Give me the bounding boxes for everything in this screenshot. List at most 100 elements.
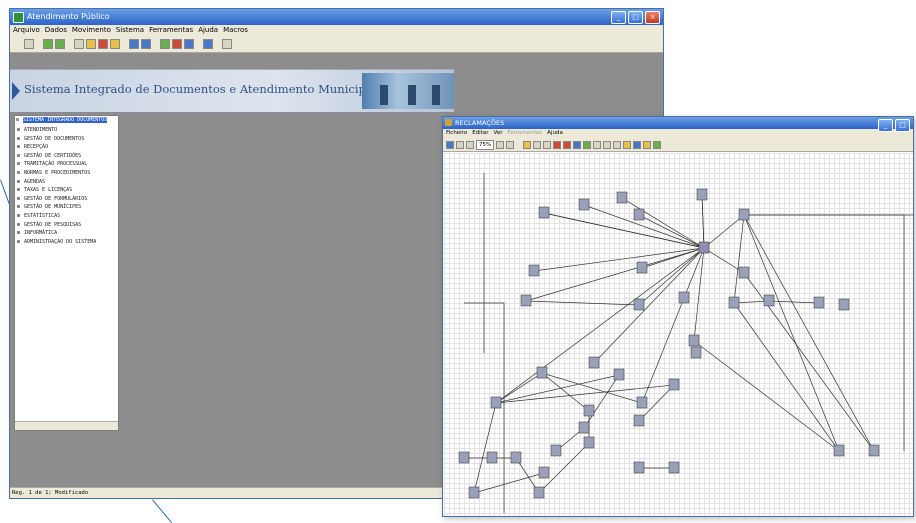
workflow-connector[interactable] — [638, 247, 705, 306]
tree-item[interactable]: GESTÃO DE PESQUISAS — [24, 222, 81, 228]
workflow-connector[interactable] — [541, 372, 590, 412]
tree-item[interactable]: INFORMÁTICA — [24, 230, 57, 236]
workflow-node-icon[interactable] — [578, 198, 590, 211]
workflow-connector[interactable] — [743, 214, 840, 452]
workflow-node-icon[interactable] — [633, 414, 645, 427]
workflow-node-icon[interactable] — [668, 461, 680, 474]
delete-icon[interactable] — [98, 39, 108, 49]
tree-expander-icon[interactable]: ⊞ — [17, 222, 20, 228]
workflow-node-icon[interactable] — [690, 346, 702, 359]
refresh-icon[interactable] — [653, 140, 662, 149]
workflow-connector[interactable] — [693, 340, 840, 452]
workflow-node-icon[interactable] — [578, 421, 590, 434]
mail-icon[interactable] — [203, 39, 213, 49]
workflow-connector[interactable] — [701, 194, 705, 249]
export-icon[interactable] — [184, 39, 194, 49]
workflow-node-icon[interactable] — [613, 368, 625, 381]
workflow-connector[interactable] — [473, 472, 545, 494]
tree-item[interactable]: TAXAS E LICENÇAS — [24, 187, 72, 193]
tree-item[interactable]: GESTÃO DE CERTIDÕES — [24, 153, 81, 159]
tree-item[interactable]: TRAMITAÇÃO PROCESSUAL — [24, 161, 87, 167]
workflow-connector[interactable] — [744, 214, 905, 451]
exit-icon[interactable] — [222, 39, 232, 49]
workflow-node-icon[interactable] — [490, 396, 502, 409]
tree-expander-icon[interactable]: ⊞ — [17, 136, 20, 142]
paste-icon[interactable] — [543, 140, 552, 149]
workflow-connector[interactable] — [693, 247, 705, 342]
workflow-node-icon[interactable] — [528, 264, 540, 277]
workflow-node-icon[interactable] — [510, 451, 522, 464]
redo-icon[interactable] — [141, 39, 151, 49]
tree-expander-icon[interactable]: ⊟ — [16, 117, 19, 123]
tree-item[interactable]: GESTÃO DE DOCUMENTOS — [24, 136, 84, 142]
workflow-node-icon[interactable] — [520, 294, 532, 307]
menu-movimento[interactable]: Movimento — [72, 25, 111, 36]
save-icon[interactable] — [110, 39, 120, 49]
workflow-connector[interactable] — [525, 247, 705, 302]
workflow-connector[interactable] — [543, 212, 705, 249]
tree-expander-icon[interactable]: ⊞ — [17, 144, 20, 150]
workflow-connector[interactable] — [495, 384, 675, 404]
workflow-connector[interactable] — [638, 214, 705, 249]
tree-item[interactable]: RECEPÇÃO — [24, 144, 48, 150]
new-node-icon[interactable] — [523, 140, 532, 149]
tree-expander-icon[interactable]: ⊞ — [17, 187, 20, 193]
workflow-node-icon[interactable] — [486, 451, 498, 464]
workflow-connector[interactable] — [768, 300, 820, 304]
workflow-node-icon[interactable] — [538, 206, 550, 219]
zoom-in-icon[interactable] — [496, 140, 505, 149]
workflow-node-icon[interactable] — [688, 334, 700, 347]
tree-expander-icon[interactable]: ⊞ — [17, 161, 20, 167]
workflow-connector[interactable] — [743, 272, 875, 452]
menu-ver[interactable]: Ver — [494, 129, 503, 138]
workflow-node-icon[interactable] — [633, 208, 645, 221]
workflow-node-icon[interactable] — [833, 444, 845, 457]
workflow-node-icon[interactable] — [668, 378, 680, 391]
workflow-node-icon[interactable] — [636, 261, 648, 274]
workflow-node-icon[interactable] — [636, 396, 648, 409]
minimize-button[interactable]: _ — [878, 119, 893, 132]
workflow-node-icon[interactable] — [533, 486, 545, 499]
workflow-node-icon[interactable] — [616, 191, 628, 204]
workflow-connector[interactable] — [743, 214, 875, 452]
workflow-connector[interactable] — [733, 302, 840, 452]
zoom-icon[interactable] — [466, 140, 474, 149]
report-icon[interactable] — [172, 39, 182, 49]
tree-expander-icon[interactable]: ⊞ — [17, 204, 20, 210]
tree-expander-icon[interactable]: ⊞ — [17, 127, 20, 133]
chart-icon[interactable] — [160, 39, 170, 49]
workflow-connector[interactable] — [703, 214, 745, 249]
menu-editar[interactable]: Editar — [472, 129, 488, 138]
tree-item[interactable]: ADMINISTRAÇÃO DO SISTEMA — [24, 239, 96, 245]
tree-expander-icon[interactable]: ⊞ — [17, 170, 20, 176]
menu-macros[interactable]: Macros — [223, 25, 248, 36]
workflow-connector[interactable] — [744, 214, 913, 453]
workflow-connector[interactable] — [473, 402, 497, 494]
tree-item[interactable]: AGENDAS — [24, 179, 45, 185]
menu-ficheiro[interactable]: Ficheiro — [446, 129, 467, 138]
workflow-node-icon[interactable] — [728, 296, 740, 309]
tree-expander-icon[interactable]: ⊞ — [17, 239, 20, 245]
save-icon[interactable] — [446, 140, 454, 149]
workflow-node-icon[interactable] — [588, 356, 600, 369]
tree-item[interactable]: ESTATÍSTICAS — [24, 213, 60, 219]
close-button[interactable]: × — [645, 11, 660, 24]
tree-expander-icon[interactable]: ⊞ — [17, 196, 20, 202]
workflow-connector[interactable] — [533, 247, 705, 272]
distribute-icon[interactable] — [613, 140, 622, 149]
workflow-connector[interactable] — [541, 372, 643, 404]
zoom-input[interactable]: 75% — [476, 139, 495, 150]
tree-root[interactable]: SISTEMA INTEGRADO DOCUMENTOS — [23, 117, 108, 123]
menu-ajuda[interactable]: Ajuda — [547, 129, 563, 138]
workflow-connector[interactable] — [525, 300, 640, 306]
edit-icon[interactable] — [86, 39, 96, 49]
menu-ajuda[interactable]: Ajuda — [198, 25, 218, 36]
tree-expander-icon[interactable]: ⊞ — [17, 213, 20, 219]
print-icon[interactable] — [24, 39, 34, 49]
workflow-node-icon[interactable] — [696, 188, 708, 201]
menu-arquivo[interactable]: Arquivo — [13, 25, 40, 36]
tree-item[interactable]: GESTÃO DE FORMULÁRIOS — [24, 196, 87, 202]
workflow-connector[interactable] — [495, 372, 543, 404]
tree-item[interactable]: ATENDIMENTO — [24, 127, 57, 133]
run-icon[interactable] — [643, 140, 652, 149]
